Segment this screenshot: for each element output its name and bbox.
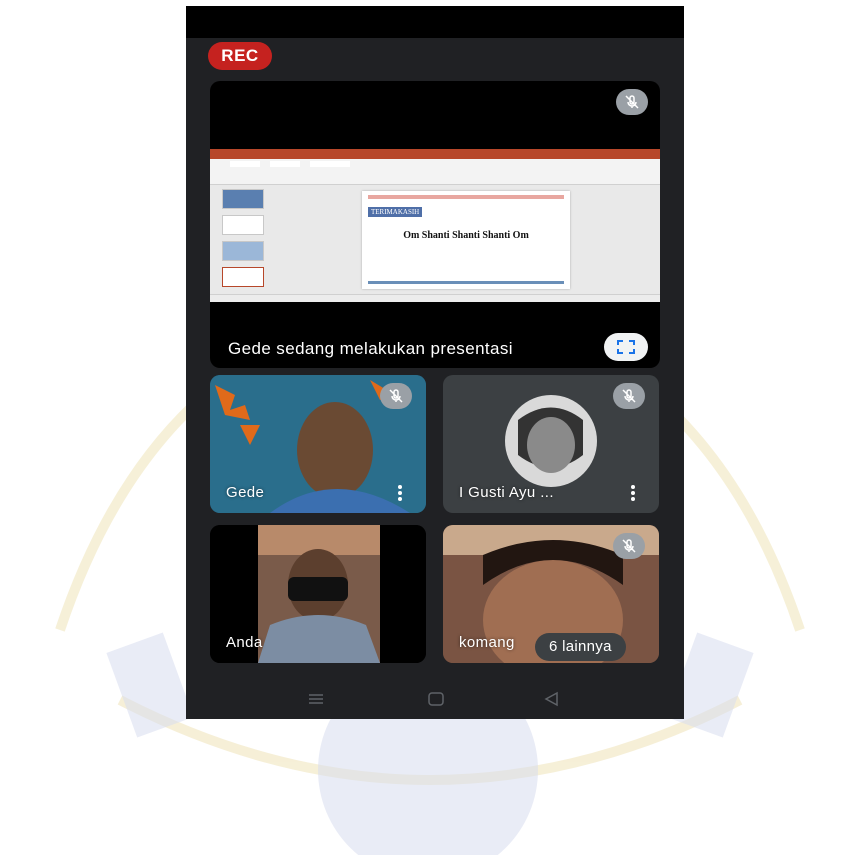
back-icon[interactable] (542, 690, 562, 708)
recording-badge: REC (208, 42, 272, 70)
presentation-caption: Gede sedang melakukan presentasi (228, 339, 513, 358)
participant-name: komang (459, 634, 515, 651)
home-icon[interactable] (426, 690, 446, 708)
ppt-title-bar (210, 149, 660, 159)
more-vertical-icon[interactable] (398, 485, 402, 501)
presentation-tile[interactable]: TERIMAKASIH Om Shanti Shanti Shanti Om G… (210, 81, 660, 368)
fullscreen-icon (617, 340, 635, 354)
participant-name: Anda (226, 634, 263, 651)
ppt-status-bar (210, 294, 660, 302)
participant-tile-komang[interactable]: komang 6 lainnya (443, 525, 659, 663)
mic-off-icon (380, 383, 412, 409)
participant-name: Gede (226, 484, 265, 501)
mic-off-icon (616, 89, 648, 115)
meet-phone-screen: REC TERIMAKASIH Om Shanti Shanti Shanti (186, 6, 684, 719)
shared-screen-powerpoint: TERIMAKASIH Om Shanti Shanti Shanti Om (210, 149, 660, 302)
more-vertical-icon[interactable] (631, 485, 635, 501)
participant-tile-gusti-ayu[interactable]: I Gusti Ayu ... (443, 375, 659, 513)
participant-tile-gede[interactable]: Gede (210, 375, 426, 513)
ppt-ribbon (210, 159, 660, 185)
android-nav-bar (186, 680, 684, 719)
participant-tile-anda[interactable]: Anda (210, 525, 426, 663)
slide-thumbnails (214, 189, 274, 294)
others-count-button[interactable]: 6 lainnya (535, 633, 626, 661)
recents-icon[interactable] (306, 690, 326, 708)
slide-tag: TERIMAKASIH (368, 207, 423, 217)
status-bar (186, 6, 684, 38)
slide-text: Om Shanti Shanti Shanti Om (403, 230, 529, 241)
mic-off-icon (613, 533, 645, 559)
participant-name: I Gusti Ayu ... (459, 484, 554, 501)
mic-off-icon (613, 383, 645, 409)
fullscreen-button[interactable] (604, 333, 648, 361)
current-slide: TERIMAKASIH Om Shanti Shanti Shanti Om (362, 191, 570, 289)
